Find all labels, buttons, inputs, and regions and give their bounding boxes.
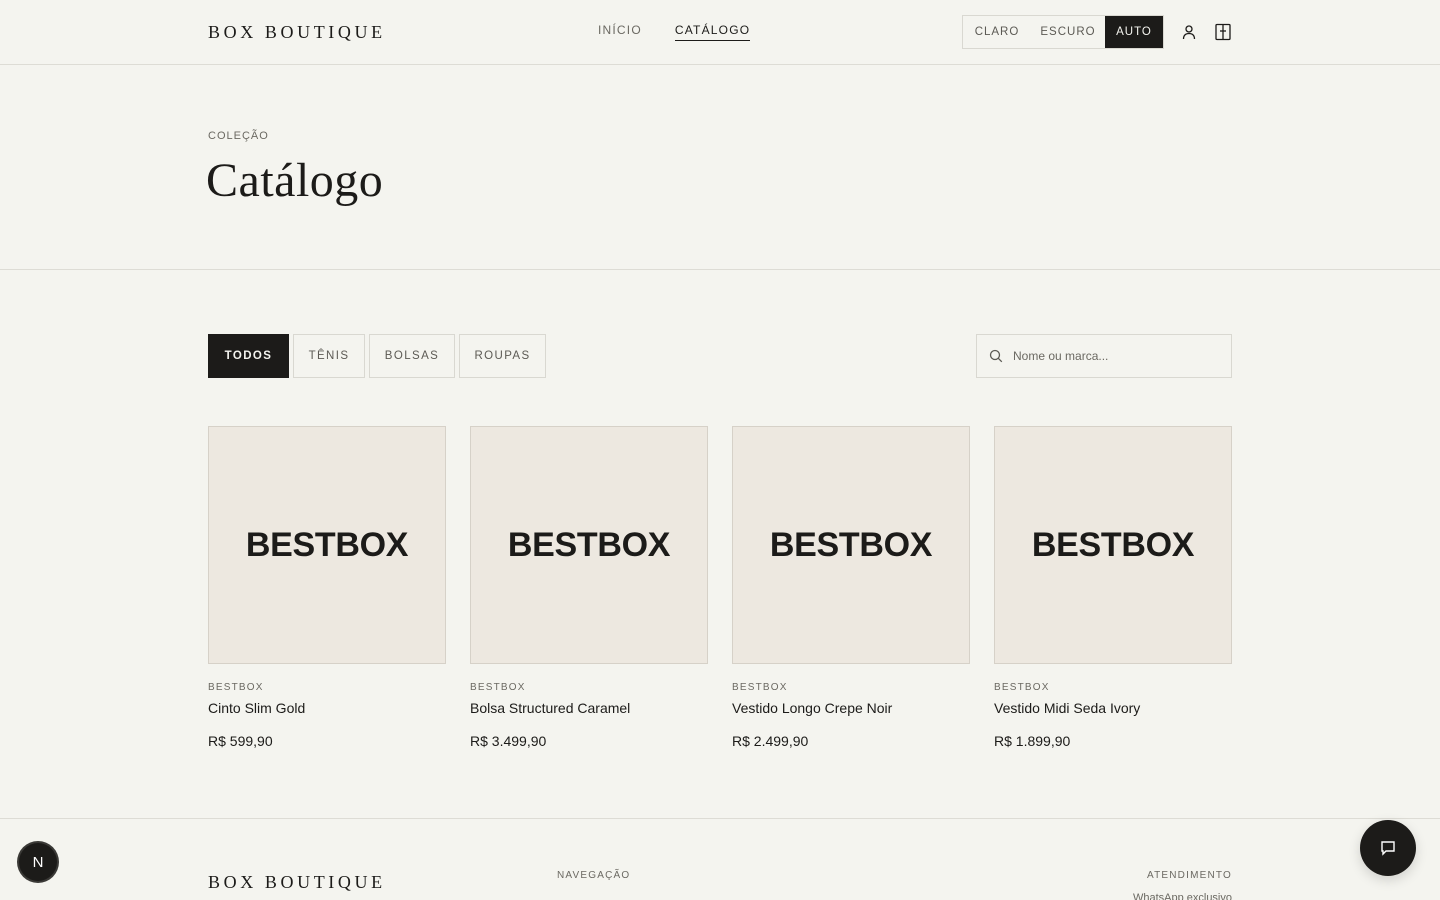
nav-link-catalogo[interactable]: CATÁLOGO xyxy=(674,23,751,41)
site-footer: BOX BOUTIQUE NAVEGAÇÃO ATENDIMENTO Whats… xyxy=(0,818,1440,900)
product-name[interactable]: Bolsa Structured Caramel xyxy=(470,700,708,716)
product-name[interactable]: Vestido Longo Crepe Noir xyxy=(732,700,970,716)
product-price: R$ 1.899,90 xyxy=(994,733,1071,749)
footer-nav-heading: NAVEGAÇÃO xyxy=(557,870,631,881)
category-filters: TODOS TÊNIS BOLSAS ROUPAS xyxy=(208,334,546,378)
theme-claro-button[interactable]: CLARO xyxy=(963,16,1031,48)
filter-roupas-button[interactable]: ROUPAS xyxy=(459,334,546,378)
product-price: R$ 2.499,90 xyxy=(732,733,809,749)
chat-button[interactable] xyxy=(1360,820,1416,876)
page-title: Catálogo xyxy=(206,154,384,207)
product-image-text: BESTBOX xyxy=(507,525,671,564)
bag-icon[interactable] xyxy=(1213,22,1233,42)
chat-icon xyxy=(1379,839,1397,857)
footer-logo[interactable]: BOX BOUTIQUE xyxy=(208,872,386,893)
user-icon[interactable] xyxy=(1179,22,1199,42)
product-brand: BESTBOX xyxy=(732,682,788,693)
main-nav: INÍCIO CATÁLOGO xyxy=(598,23,751,41)
collection-eyebrow: COLEÇÃO xyxy=(208,130,269,142)
product-price: R$ 3.499,90 xyxy=(470,733,547,749)
badge-letter: N xyxy=(32,853,44,871)
product-card[interactable]: BESTBOX BESTBOX Vestido Midi Seda Ivory … xyxy=(994,426,1232,749)
theme-escuro-button[interactable]: ESCURO xyxy=(1031,16,1105,48)
product-brand: BESTBOX xyxy=(208,682,264,693)
footer-whatsapp-link[interactable]: WhatsApp exclusivo xyxy=(1133,892,1232,900)
search-input[interactable] xyxy=(1013,349,1223,363)
theme-toggle: CLARO ESCURO AUTO xyxy=(962,15,1164,49)
search-icon xyxy=(989,349,1003,363)
site-header: BOX BOUTIQUE INÍCIO CATÁLOGO CLARO ESCUR… xyxy=(0,0,1440,65)
theme-auto-button[interactable]: AUTO xyxy=(1105,16,1163,48)
nextjs-dev-badge[interactable]: N xyxy=(19,843,57,881)
product-brand: BESTBOX xyxy=(470,682,526,693)
hero-section: COLEÇÃO Catálogo xyxy=(0,65,1440,270)
product-brand: BESTBOX xyxy=(994,682,1050,693)
product-image[interactable]: BESTBOX xyxy=(470,426,708,664)
search-box xyxy=(976,334,1232,378)
product-image-text: BESTBOX xyxy=(1031,525,1195,564)
product-card[interactable]: BESTBOX BESTBOX Cinto Slim Gold R$ 599,9… xyxy=(208,426,446,749)
product-name[interactable]: Cinto Slim Gold xyxy=(208,700,446,716)
product-price: R$ 599,90 xyxy=(208,733,273,749)
product-image[interactable]: BESTBOX xyxy=(994,426,1232,664)
site-logo[interactable]: BOX BOUTIQUE xyxy=(208,22,386,43)
product-card[interactable]: BESTBOX BESTBOX Vestido Longo Crepe Noir… xyxy=(732,426,970,749)
product-image[interactable]: BESTBOX xyxy=(208,426,446,664)
product-name[interactable]: Vestido Midi Seda Ivory xyxy=(994,700,1232,716)
filter-todos-button[interactable]: TODOS xyxy=(208,334,289,378)
filter-tenis-button[interactable]: TÊNIS xyxy=(293,334,365,378)
product-image[interactable]: BESTBOX xyxy=(732,426,970,664)
filter-bolsas-button[interactable]: BOLSAS xyxy=(369,334,455,378)
product-image-text: BESTBOX xyxy=(245,525,409,564)
product-image-text: BESTBOX xyxy=(769,525,933,564)
nav-link-inicio[interactable]: INÍCIO xyxy=(598,23,642,41)
footer-support-heading: ATENDIMENTO xyxy=(1146,870,1232,881)
product-card[interactable]: BESTBOX BESTBOX Bolsa Structured Caramel… xyxy=(470,426,708,749)
product-grid: BESTBOX BESTBOX Cinto Slim Gold R$ 599,9… xyxy=(208,426,1232,749)
